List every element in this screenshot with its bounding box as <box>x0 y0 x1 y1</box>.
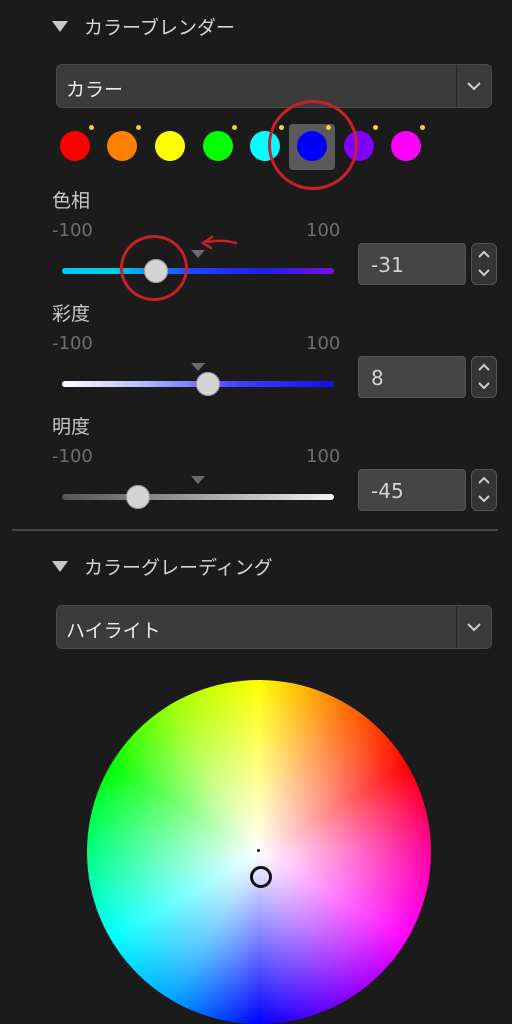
grading-range-value: ハイライト <box>66 620 161 642</box>
swatch-magenta-adjusted-dot <box>420 125 425 130</box>
hue-label: 色相 <box>52 190 91 212</box>
grading-range-dropdown[interactable]: ハイライト <box>56 605 492 649</box>
saturation-spinner[interactable] <box>471 356 497 398</box>
annotation-circle-hue-thumb <box>120 235 188 301</box>
swatch-orange[interactable] <box>107 131 137 161</box>
swatch-red-adjusted-dot <box>89 125 94 130</box>
lightness-value: -45 <box>371 479 404 503</box>
lightness-default-marker <box>191 476 205 484</box>
lightness-spinner[interactable] <box>471 469 497 511</box>
saturation-max: 100 <box>306 333 341 354</box>
hue-value: -31 <box>371 253 404 277</box>
collapse-triangle-icon[interactable] <box>52 561 68 572</box>
hue-spinner[interactable] <box>471 243 497 285</box>
lightness-min: -100 <box>52 446 93 467</box>
collapse-triangle-icon[interactable] <box>52 21 68 32</box>
swatch-purple-adjusted-dot <box>373 125 378 130</box>
blender-mode-dropdown[interactable]: カラー <box>56 64 492 108</box>
color-grading-title: カラーグレーディング <box>84 557 273 579</box>
saturation-default-marker <box>191 363 205 371</box>
lightness-max: 100 <box>306 446 341 467</box>
section-divider <box>12 529 498 531</box>
swatch-orange-adjusted-dot <box>136 125 141 130</box>
swatch-red[interactable] <box>60 131 90 161</box>
swatch-magenta[interactable] <box>391 131 421 161</box>
color-grading-wheel[interactable] <box>87 680 431 1024</box>
lightness-input[interactable]: -45 <box>358 469 466 511</box>
saturation-input[interactable]: 8 <box>358 356 466 398</box>
color-blender-header[interactable]: カラーブレンダー <box>52 13 235 40</box>
swatch-green-adjusted-dot <box>232 125 237 130</box>
lightness-slider-thumb[interactable] <box>126 485 150 509</box>
annotation-arrow-icon <box>201 235 238 250</box>
saturation-value: 8 <box>371 366 384 390</box>
hue-slider-track[interactable] <box>62 268 334 274</box>
lightness-label: 明度 <box>52 416 91 438</box>
saturation-label: 彩度 <box>52 303 91 325</box>
color-grading-header[interactable]: カラーグレーディング <box>52 553 273 580</box>
saturation-min: -100 <box>52 333 93 354</box>
wheel-center-dot <box>257 849 260 852</box>
lightness-slider-track[interactable] <box>62 494 334 500</box>
hue-min: -100 <box>52 220 93 241</box>
blender-mode-value: カラー <box>66 79 124 101</box>
color-blender-title: カラーブレンダー <box>84 17 235 39</box>
chevron-down-icon[interactable] <box>456 606 491 648</box>
swatch-yellow[interactable] <box>155 131 185 161</box>
saturation-slider-thumb[interactable] <box>196 372 220 396</box>
hue-input[interactable]: -31 <box>358 243 466 285</box>
swatch-green[interactable] <box>203 131 233 161</box>
hue-max: 100 <box>306 220 341 241</box>
chevron-down-icon[interactable] <box>456 65 491 107</box>
annotation-circle-blue-swatch <box>268 100 358 190</box>
